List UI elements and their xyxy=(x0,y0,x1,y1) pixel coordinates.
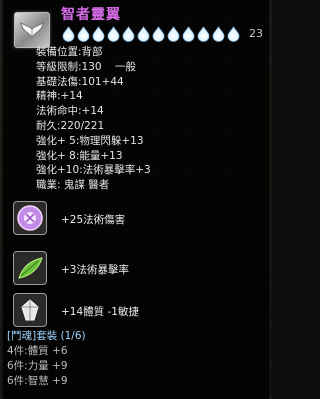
set-title: [鬥魂]套裝 (1/6) xyxy=(7,330,86,342)
wing-item-icon xyxy=(14,12,50,48)
stat-base-magic-damage: 基礎法傷:101+44 xyxy=(36,75,124,88)
item-name: 智者靈翼 xyxy=(61,7,121,23)
set-bonus-6-wisdom: 6件:智慧 +9 xyxy=(7,374,68,387)
stat-enhance-8: 強化+ 8:能量+13 xyxy=(36,149,123,162)
affix-row-1: +25法術傷害 xyxy=(11,201,271,235)
enhance-star-icon xyxy=(77,26,90,42)
affix-row-3: +14體質 -1敏捷 xyxy=(11,293,271,327)
stat-durability: 耐久:220/221 xyxy=(36,119,105,132)
enhance-star-icon xyxy=(107,26,120,42)
affix-row-2: +3法術暴擊率 xyxy=(11,251,271,285)
enhance-star-icon xyxy=(62,26,75,42)
affix-text: +14體質 -1敏捷 xyxy=(61,306,139,318)
stat-classes: 職業: 鬼謀 醫者 xyxy=(36,179,110,192)
set-bonus-block: [鬥魂]套裝 (1/6) 4件:體質 +6 6件:力量 +9 6件:智慧 +9 xyxy=(7,329,86,388)
stat-slot: 裝備位置:背部 xyxy=(36,46,103,58)
stat-magic-hit: 法術命中:+14 xyxy=(36,105,104,118)
affix-text: +3法術暴擊率 xyxy=(61,264,129,276)
stat-enhance-10: 強化+10:法術暴擊率+3 xyxy=(36,164,151,177)
affix-text: +25法術傷害 xyxy=(61,214,126,226)
stat-enhance-5: 強化+ 5:物理閃躲+13 xyxy=(36,134,144,147)
tooltip-header: 智者靈翼 23 xyxy=(11,4,271,50)
stat-spirit: 精神:+14 xyxy=(36,90,83,103)
enhance-star-icon xyxy=(212,26,225,42)
enhance-star-icon xyxy=(152,26,165,42)
white-crystal-gem-icon xyxy=(13,293,47,327)
enhance-level: 23 xyxy=(249,27,263,40)
enhance-star-icon xyxy=(122,26,135,42)
enhance-stars xyxy=(61,26,241,44)
enhance-star-icon xyxy=(167,26,180,42)
set-bonus-4: 4件:體質 +6 xyxy=(7,345,68,357)
enhance-star-icon xyxy=(197,26,210,42)
enhance-star-icon xyxy=(137,26,150,42)
enhance-star-icon xyxy=(227,26,240,42)
stat-level-requirement: 等級限制:130 一般 xyxy=(36,60,136,73)
set-bonus-6-strength: 6件:力量 +9 xyxy=(7,359,68,372)
enhance-star-icon xyxy=(182,26,195,42)
enhance-star-icon xyxy=(92,26,105,42)
item-tooltip: 智者靈翼 23 裝備位置:背部 等級限制:130 一般 基礎法傷:101+44 … xyxy=(3,0,269,399)
stats-list: 裝備位置:背部 等級限制:130 一般 基礎法傷:101+44 精神:+14 法… xyxy=(36,45,151,193)
green-leaf-gem-icon xyxy=(13,251,47,285)
purple-orb-gem-icon xyxy=(13,201,47,235)
